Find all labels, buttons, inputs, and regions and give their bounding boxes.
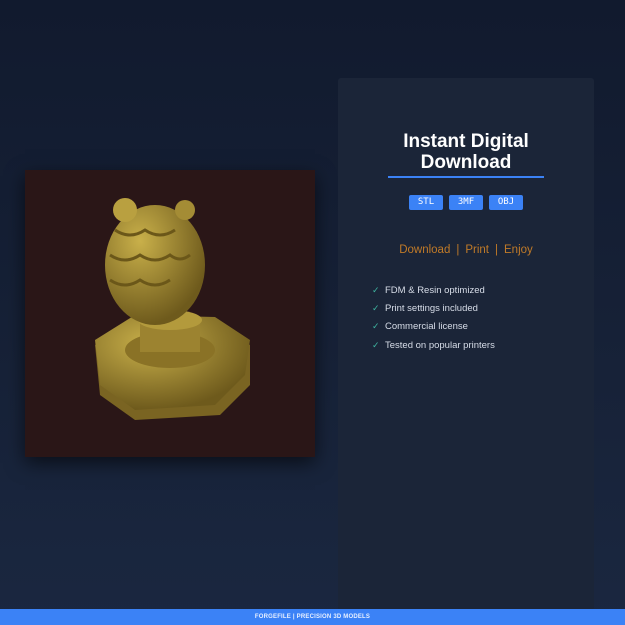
footer-bar: FORGEFILE | PRECISION 3D MODELS	[0, 609, 625, 625]
feature-item: ✓ Commercial license	[372, 321, 468, 333]
format-badge-obj: OBJ	[489, 195, 523, 210]
feature-item: ✓ Print settings included	[372, 302, 478, 314]
feature-list: ✓ FDM & Resin optimized ✓ Print settings i…	[372, 281, 495, 354]
check-icon: ✓	[372, 339, 380, 350]
tagline-print: Print	[465, 244, 490, 256]
feature-item: ✓ FDM & Resin optimized	[372, 284, 485, 296]
statue-render	[95, 198, 250, 420]
format-badges: STL 3MF OBJ	[338, 195, 594, 210]
info-panel: Instant Digital Download STL 3MF OBJ Down…	[338, 78, 594, 610]
check-icon: ✓	[372, 284, 380, 295]
tagline-separator: |	[456, 244, 460, 256]
footer-separator: |	[292, 614, 295, 620]
product-image	[25, 170, 315, 457]
check-icon: ✓	[372, 321, 380, 332]
title-divider	[388, 176, 544, 178]
tagline-separator: |	[495, 244, 499, 256]
feature-item: ✓ Tested on popular printers	[372, 339, 495, 351]
panel-title: Instant Digital Download	[403, 131, 529, 173]
footer-subtitle: PRECISION 3D MODELS	[296, 614, 371, 620]
tagline: Download | Print | Enjoy	[338, 244, 594, 256]
check-icon: ✓	[372, 302, 380, 313]
tagline-enjoy: Enjoy	[504, 244, 533, 256]
format-badge-3mf: 3MF	[449, 195, 483, 210]
footer-brand: FORGEFILE	[254, 614, 291, 620]
format-badge-stl: STL	[409, 195, 443, 210]
tagline-download: Download	[399, 244, 451, 256]
